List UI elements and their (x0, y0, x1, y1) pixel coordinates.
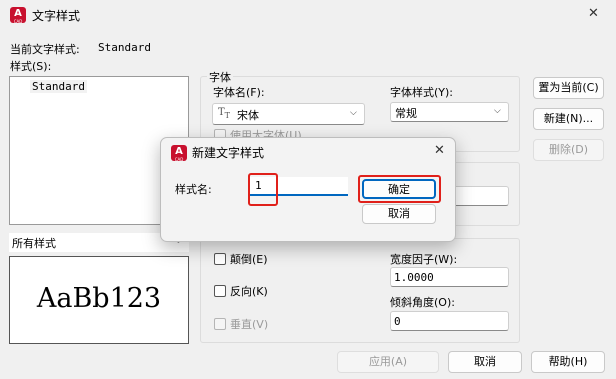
new-style-button[interactable]: 新建(N)... (533, 108, 604, 130)
truetype-icon: TT (218, 107, 231, 120)
style-name-label: 样式名: (175, 183, 212, 196)
backwards-label: 反向(K) (230, 285, 268, 298)
preview-box: AaBb123 (9, 256, 189, 344)
chevron-down-icon: ⌵ (494, 106, 501, 116)
delete-button[interactable]: 删除(D) (533, 139, 604, 161)
font-style-combo[interactable]: 常规 ⌵ (390, 102, 509, 122)
backwards-checkbox[interactable] (214, 285, 226, 297)
help-button[interactable]: 帮助(H) (531, 351, 605, 373)
new-text-style-dialog: A CAD 新建文字样式 ✕ 样式名: 1 确定 取消 (160, 137, 456, 242)
chevron-down-icon: ⌵ (350, 108, 357, 118)
current-style-label: 当前文字样式: (10, 43, 80, 56)
highlight-box-ok (358, 175, 441, 203)
width-factor-value: 1.0000 (394, 271, 434, 284)
dialog-cancel-button[interactable]: 取消 (362, 204, 436, 224)
vertical-checkbox[interactable] (214, 318, 226, 330)
style-filter-value: 所有样式 (12, 237, 56, 250)
autocad-app-icon: A CAD (171, 145, 187, 162)
font-name-label: 字体名(F): (213, 86, 265, 99)
width-factor-label: 宽度因子(W): (390, 253, 458, 266)
highlight-box-name (248, 173, 278, 206)
width-factor-input[interactable]: 1.0000 (390, 267, 509, 287)
oblique-angle-value: 0 (394, 315, 401, 328)
cancel-button[interactable]: 取消 (448, 351, 522, 373)
font-style-value: 常规 (395, 107, 417, 120)
font-name-value: 宋体 (237, 109, 259, 122)
preview-text: AaBb123 (36, 283, 162, 314)
font-name-combo[interactable]: TT 宋体 ⌵ (212, 103, 365, 125)
font-style-label: 字体样式(Y): (390, 86, 454, 99)
current-style-value: Standard (98, 41, 151, 54)
vertical-label: 垂直(V) (230, 318, 269, 331)
apply-button[interactable]: 应用(A) (337, 351, 439, 373)
font-group-title: 字体 (207, 69, 233, 85)
window-close-icon[interactable]: ✕ (588, 6, 599, 21)
set-current-button[interactable]: 置为当前(C) (533, 77, 604, 99)
styles-label: 样式(S): (10, 60, 52, 73)
oblique-angle-input[interactable]: 0 (390, 311, 509, 331)
dialog-close-icon[interactable]: ✕ (434, 143, 445, 158)
style-list-item-standard[interactable]: Standard (30, 80, 87, 93)
window-title: 文字样式 (32, 9, 81, 23)
upside-down-checkbox[interactable] (214, 253, 226, 265)
autocad-app-icon: A CAD (10, 7, 26, 24)
title-bar: A CAD 文字样式 ✕ (0, 0, 616, 30)
upside-down-label: 颠倒(E) (230, 253, 268, 266)
dialog-title: 新建文字样式 (192, 146, 265, 160)
oblique-angle-label: 倾斜角度(O): (390, 296, 455, 309)
